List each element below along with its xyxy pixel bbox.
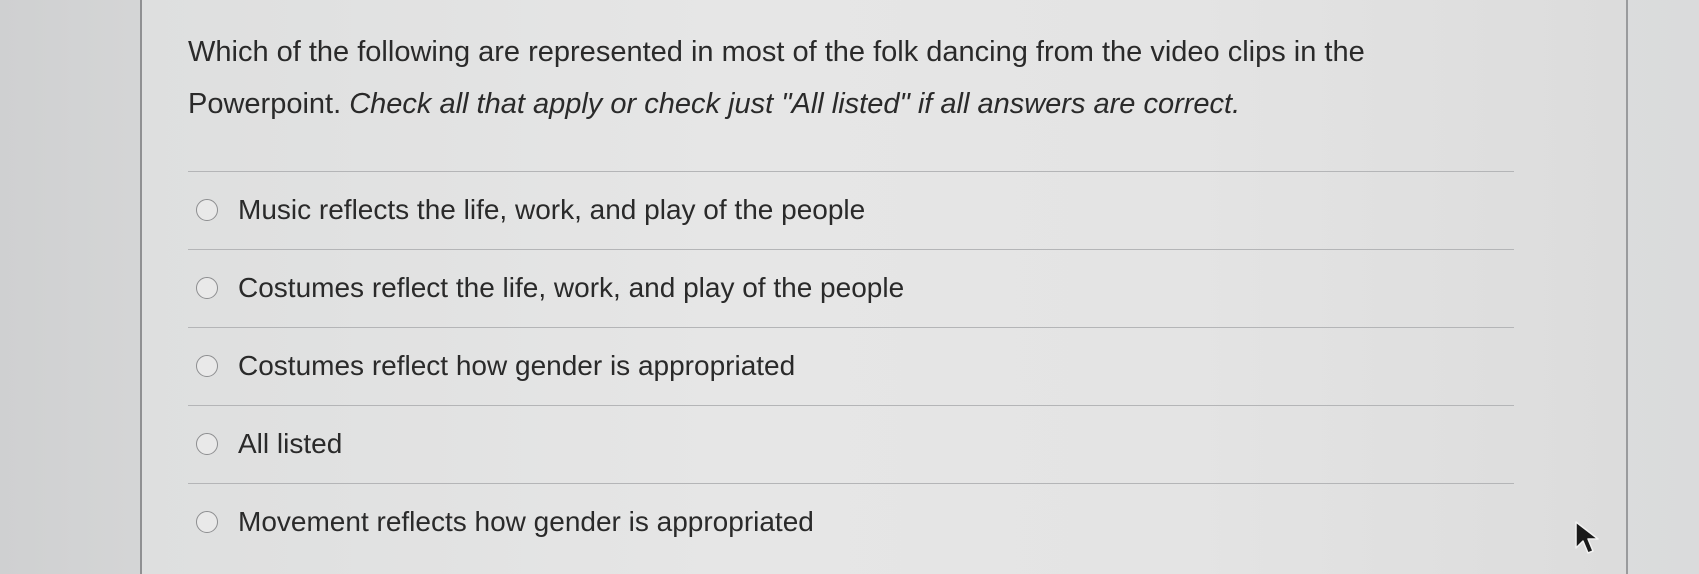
answer-option[interactable]: Music reflects the life, work, and play …: [196, 190, 865, 230]
divider: [188, 249, 1514, 250]
answer-option-label: Music reflects the life, work, and play …: [238, 194, 866, 225]
answer-option[interactable]: Costumes reflect the life, work, and pla…: [196, 268, 904, 308]
screen: Which of the following are represented i…: [0, 0, 1699, 574]
radio-unchecked-icon[interactable]: [196, 277, 218, 299]
answer-option-label: Costumes reflect how gender is appropria…: [238, 350, 796, 381]
answer-option[interactable]: All listed: [196, 424, 342, 464]
radio-unchecked-icon[interactable]: [196, 355, 218, 377]
mouse-pointer-icon: [1575, 521, 1599, 554]
divider: [188, 327, 1514, 328]
divider: [188, 171, 1514, 172]
divider: [188, 483, 1514, 484]
radio-unchecked-icon[interactable]: [196, 199, 218, 221]
divider: [188, 405, 1514, 406]
answer-option-label: Movement reflects how gender is appropri…: [238, 506, 814, 537]
answer-option[interactable]: Movement reflects how gender is appropri…: [196, 502, 814, 542]
question-instructions: Check all that apply or check just "All …: [349, 88, 1241, 120]
panel-right-border: [1626, 0, 1628, 574]
question-text: Which of the following are represented i…: [188, 26, 1518, 130]
answer-option[interactable]: Costumes reflect how gender is appropria…: [196, 346, 795, 386]
answer-option-label: All listed: [238, 428, 343, 459]
answer-option-label: Costumes reflect the life, work, and pla…: [238, 272, 905, 303]
radio-unchecked-icon[interactable]: [196, 511, 218, 533]
radio-unchecked-icon[interactable]: [196, 433, 218, 455]
